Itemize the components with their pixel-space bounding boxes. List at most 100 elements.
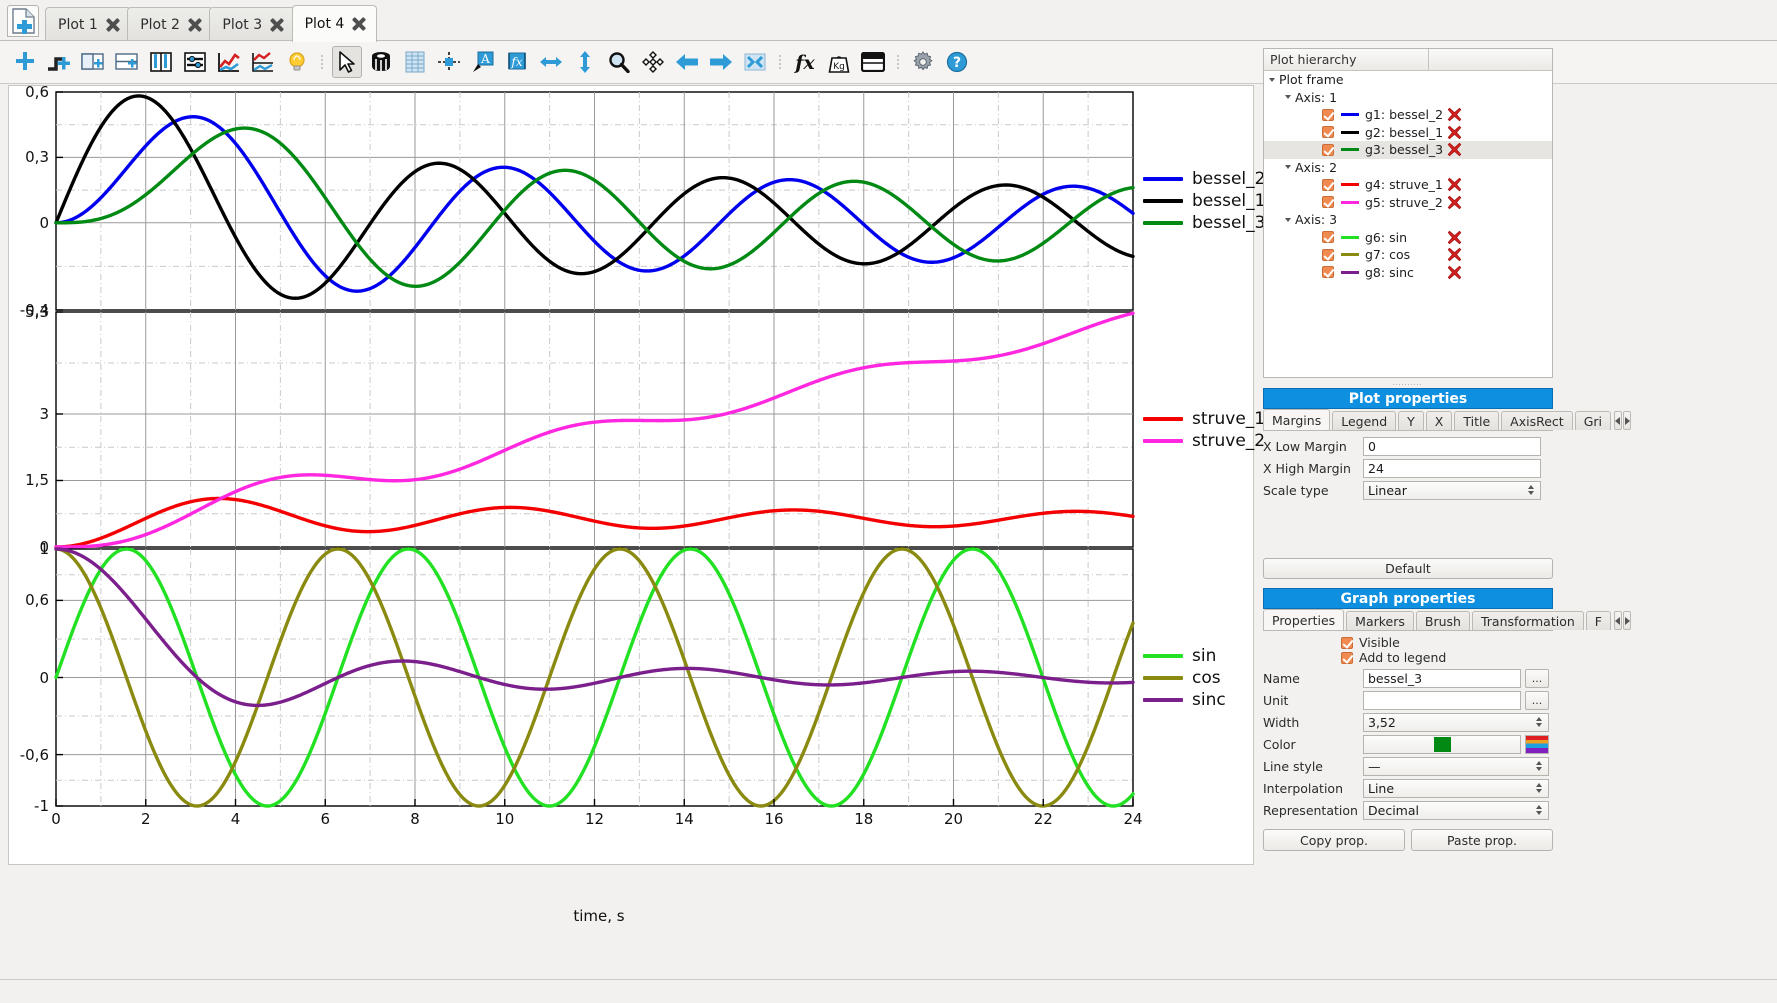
forward-arrow-icon[interactable]: [706, 46, 736, 78]
graph-width-combo[interactable]: 3,52: [1363, 712, 1549, 732]
crosshair-icon[interactable]: [434, 46, 464, 78]
graph-visible-checkbox[interactable]: [1322, 266, 1334, 279]
plot-properties-tab-legend[interactable]: Legend: [1332, 411, 1397, 430]
combo-spinner-icon[interactable]: [1534, 804, 1544, 816]
pan-move-icon[interactable]: [638, 46, 668, 78]
expand-arrow-icon[interactable]: [1285, 165, 1291, 170]
text-annotation-icon[interactable]: A: [468, 46, 498, 78]
spool-icon[interactable]: [366, 46, 396, 78]
add-axis-rect-right-icon[interactable]: [112, 46, 142, 78]
tab-close-icon[interactable]: [270, 18, 284, 32]
delete-x-icon[interactable]: [1447, 125, 1462, 140]
add-axis-icon[interactable]: [44, 46, 74, 78]
delete-x-icon[interactable]: [1447, 177, 1462, 192]
panel-splitter[interactable]: [1393, 382, 1423, 387]
tree-item-graph-struve_1[interactable]: g4: struve_1: [1264, 176, 1552, 194]
select-cursor-icon[interactable]: [332, 46, 362, 78]
graph-properties-tab-transformation[interactable]: Transformation: [1471, 611, 1584, 630]
delete-x-icon[interactable]: [1447, 142, 1462, 157]
graph-add-icon[interactable]: [214, 46, 244, 78]
plot-properties-tabstrip[interactable]: Margins Legend Y X Title AxisRect Gri: [1263, 409, 1631, 431]
tree-item-axis-1[interactable]: Axis: 1: [1264, 89, 1552, 107]
hint-bulb-icon[interactable]: [282, 46, 312, 78]
tab-plot-3[interactable]: Plot 3: [209, 7, 296, 41]
combo-spinner-icon[interactable]: [1534, 716, 1544, 728]
horizontal-arrow-icon[interactable]: [536, 46, 566, 78]
settings-gear-icon[interactable]: [908, 46, 938, 78]
help-icon[interactable]: ?: [942, 46, 972, 78]
sliders-icon[interactable]: [180, 46, 210, 78]
graph-multi-icon[interactable]: [248, 46, 278, 78]
tree-item-axis-2[interactable]: Axis: 2: [1264, 159, 1552, 177]
expand-arrow-icon[interactable]: [1285, 95, 1291, 100]
graph-properties-tabs-scroll-left[interactable]: [1613, 611, 1622, 630]
graph-properties-tabstrip[interactable]: Properties Markers Brush Transformation F: [1263, 609, 1631, 631]
tree-item-plot-frame[interactable]: Plot frame: [1264, 71, 1552, 89]
tree-item-graph-bessel_1[interactable]: g2: bessel_1: [1264, 124, 1552, 142]
columns-icon[interactable]: [146, 46, 176, 78]
graph-unit-browse-button[interactable]: ...: [1525, 690, 1549, 710]
back-arrow-icon[interactable]: [672, 46, 702, 78]
plot-property-input[interactable]: 24: [1363, 458, 1541, 478]
graph-name-browse-button[interactable]: ...: [1525, 668, 1549, 688]
delete-x-icon[interactable]: [1447, 247, 1462, 262]
scale-type-combo[interactable]: Linear: [1363, 480, 1541, 500]
function-fx-icon[interactable]: fx: [790, 46, 820, 78]
plot-properties-tab-y[interactable]: Y: [1398, 411, 1424, 430]
tab-plot-2[interactable]: Plot 2: [127, 7, 213, 41]
legend-item[interactable]: sinc: [1143, 689, 1226, 711]
legend-item[interactable]: bessel_2: [1143, 168, 1265, 190]
plot-properties-tab-x[interactable]: X: [1425, 411, 1453, 430]
delete-x-icon[interactable]: [1447, 107, 1462, 122]
copy-prop-button[interactable]: Copy prop.: [1263, 829, 1405, 851]
hierarchy-tree-body[interactable]: Plot frame Axis: 1 g1: bessel_2 g2: bessel_1 g…: [1264, 71, 1552, 281]
plot-properties-tabs-scroll-left[interactable]: [1614, 411, 1622, 430]
graph-unit-input[interactable]: [1363, 690, 1521, 710]
graph-visible-checkbox[interactable]: [1322, 178, 1334, 191]
tree-item-graph-struve_2[interactable]: g5: struve_2: [1264, 194, 1552, 212]
graph-properties-tabs-scroll-right[interactable]: [1622, 611, 1631, 630]
visible-checkbox[interactable]: [1341, 636, 1353, 649]
vertical-arrow-icon[interactable]: [570, 46, 600, 78]
graph-properties-tab-f[interactable]: F: [1585, 611, 1611, 630]
legend-item[interactable]: struve_1: [1143, 408, 1265, 430]
graph-visible-checkbox[interactable]: [1322, 143, 1334, 156]
add-axis-rect-left-icon[interactable]: [78, 46, 108, 78]
plot-hierarchy-tree[interactable]: Plot hierarchy Plot frame Axis: 1 g1: besse…: [1263, 48, 1553, 378]
graph-properties-tab-markers[interactable]: Markers: [1346, 611, 1414, 630]
tree-item-graph-sinc[interactable]: g8: sinc: [1264, 264, 1552, 282]
tab-close-icon[interactable]: [352, 17, 366, 31]
combo-spinner-icon[interactable]: [1534, 760, 1544, 772]
plot-properties-tabs-scroll-right[interactable]: [1623, 411, 1631, 430]
fit-to-window-icon[interactable]: [740, 46, 770, 78]
add-plot-icon[interactable]: [10, 46, 40, 78]
tab-plot-4[interactable]: Plot 4: [291, 5, 378, 42]
graph-properties-tab-brush[interactable]: Brush: [1415, 611, 1470, 630]
delete-x-icon[interactable]: [1447, 265, 1462, 280]
legend-item[interactable]: bessel_1: [1143, 190, 1265, 212]
legend-item[interactable]: struve_2: [1143, 430, 1265, 452]
tree-item-graph-bessel_3[interactable]: g3: bessel_3: [1264, 141, 1552, 159]
tab-close-icon[interactable]: [188, 18, 202, 32]
window-icon[interactable]: [858, 46, 888, 78]
graph-interpolation-combo[interactable]: Line: [1363, 778, 1549, 798]
graph-name-input[interactable]: bessel_3: [1363, 668, 1521, 688]
graph-line-style-combo[interactable]: —: [1363, 756, 1549, 776]
tab-plot-1[interactable]: Plot 1: [45, 7, 131, 41]
legend-axis-2[interactable]: struve_1 struve_2: [1143, 408, 1265, 452]
expand-arrow-icon[interactable]: [1285, 217, 1291, 222]
color-palette-icon[interactable]: [1525, 734, 1549, 754]
combo-spinner-icon[interactable]: [1534, 782, 1544, 794]
legend-axis-1[interactable]: bessel_2 bessel_1 bessel_3: [1143, 168, 1265, 234]
tab-close-icon[interactable]: [106, 18, 120, 32]
graph-checkbox-row[interactable]: Add to legend: [1341, 650, 1553, 665]
plot-properties-tab-margins[interactable]: Margins: [1263, 409, 1331, 430]
legend-axis-3[interactable]: sin cos sinc: [1143, 645, 1226, 711]
graph-visible-checkbox[interactable]: [1322, 231, 1334, 244]
legend-item[interactable]: bessel_3: [1143, 212, 1265, 234]
graph-properties-tab-properties[interactable]: Properties: [1263, 609, 1345, 630]
paste-prop-button[interactable]: Paste prop.: [1411, 829, 1553, 851]
plot-properties-tab-axisrect[interactable]: AxisRect: [1501, 411, 1573, 430]
add-to-legend-checkbox[interactable]: [1341, 651, 1353, 664]
plot-frame[interactable]: -0,4 0 0,3 0,6 bessel_2 bessel_1 bessel_3 0 1,5 3…: [8, 83, 1265, 925]
